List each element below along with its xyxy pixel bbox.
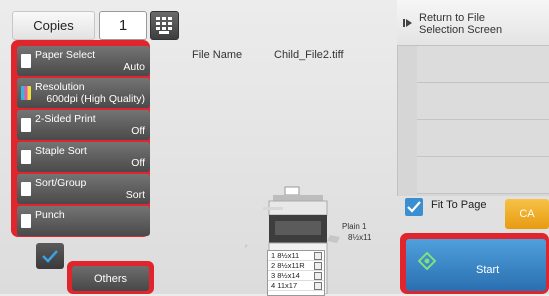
keypad-icon bbox=[156, 17, 172, 34]
paper-tray-list: 1 8½x11 2 8½x11R 3 8½x14 4 11x17 bbox=[267, 250, 325, 296]
copies-count-field[interactable]: 1 bbox=[99, 11, 147, 40]
sort-group-value: Sort bbox=[125, 189, 145, 201]
keypad-button[interactable] bbox=[150, 11, 179, 40]
fit-to-page-label: Fit To Page bbox=[431, 199, 487, 211]
tray-number: 4 bbox=[271, 281, 276, 290]
staple-sort-value: Off bbox=[131, 157, 145, 169]
resolution-label: Resolution bbox=[35, 81, 85, 93]
clear-all-button[interactable]: CA bbox=[505, 199, 549, 229]
fit-to-page-checkbox[interactable] bbox=[405, 198, 423, 216]
two-sided-print-label: 2-Sided Print bbox=[35, 113, 96, 125]
tray-number: 2 bbox=[271, 261, 276, 270]
right-list-row bbox=[417, 46, 549, 83]
tray-number: 1 bbox=[271, 251, 276, 260]
staple-sort-label: Staple Sort bbox=[35, 145, 87, 157]
paper-icon bbox=[21, 54, 31, 68]
sort-group-icon bbox=[21, 182, 31, 196]
tray-size: 11x17 bbox=[277, 281, 298, 290]
tray-row[interactable]: 2 8½x11R bbox=[268, 261, 324, 271]
paper-select-button[interactable]: Paper Select Auto bbox=[17, 46, 150, 76]
output-paper-size: 8½x11 bbox=[348, 233, 372, 242]
output-paper-type: Plain 1 bbox=[342, 222, 367, 231]
paper-select-value: Auto bbox=[123, 61, 145, 73]
tray-row[interactable]: 4 11x17 bbox=[268, 281, 324, 291]
sort-group-button[interactable]: Sort/Group Sort bbox=[17, 174, 150, 204]
duplex-icon bbox=[21, 118, 31, 132]
tray-size: 8½x14 bbox=[277, 271, 300, 280]
return-button-text: Return to File Selection Screen bbox=[419, 12, 502, 36]
tray-indicator-icon bbox=[314, 282, 322, 290]
sort-group-label: Sort/Group bbox=[35, 177, 87, 189]
tray-size: 8½x11R bbox=[277, 261, 305, 270]
others-button[interactable]: Others bbox=[72, 266, 149, 291]
function-panel: Paper Select Auto Resolution 600dpi (Hig… bbox=[11, 40, 150, 237]
tray-row[interactable]: 3 8½x14 bbox=[268, 271, 324, 281]
start-icon bbox=[418, 252, 436, 270]
right-list-row bbox=[417, 83, 549, 120]
punch-label: Punch bbox=[35, 209, 65, 221]
tray-number: 3 bbox=[271, 271, 276, 280]
right-list-row bbox=[417, 157, 549, 194]
check-icon bbox=[42, 250, 58, 263]
two-sided-print-button[interactable]: 2-Sided Print Off bbox=[17, 110, 150, 140]
tray-size: 8½x11 bbox=[277, 251, 300, 260]
punch-icon bbox=[21, 214, 31, 228]
return-arrow-icon bbox=[403, 19, 412, 27]
check-icon bbox=[407, 201, 421, 213]
start-button[interactable]: Start bbox=[406, 239, 546, 291]
resolution-value: 600dpi (High Quality) bbox=[46, 93, 145, 105]
tray-indicator-icon bbox=[314, 252, 322, 260]
punch-button[interactable]: Punch bbox=[17, 206, 150, 236]
others-highlight: Others bbox=[67, 261, 154, 294]
copies-label: Copies bbox=[12, 11, 95, 40]
paper-select-label: Paper Select bbox=[35, 49, 96, 61]
return-to-file-selection-button[interactable]: Return to File Selection Screen bbox=[397, 0, 549, 46]
return-line-2: Selection Screen bbox=[419, 24, 503, 36]
file-name-label: File Name bbox=[192, 49, 243, 61]
staple-icon bbox=[21, 150, 31, 164]
tray-indicator-icon bbox=[314, 272, 322, 280]
resolution-icon bbox=[21, 86, 31, 100]
tray-indicator-icon bbox=[314, 262, 322, 270]
resolution-button[interactable]: Resolution 600dpi (High Quality) bbox=[17, 78, 150, 108]
tray-row[interactable]: 1 8½x11 bbox=[268, 251, 324, 261]
file-name-value: Child_File2.tiff bbox=[274, 49, 344, 61]
right-list-row bbox=[417, 120, 549, 157]
two-sided-print-value: Off bbox=[131, 125, 145, 137]
start-highlight: Start bbox=[400, 233, 549, 294]
quick-settings-toggle[interactable] bbox=[36, 243, 64, 269]
return-line-1: Return to File bbox=[419, 12, 486, 24]
start-label: Start bbox=[476, 264, 500, 276]
staple-sort-button[interactable]: Staple Sort Off bbox=[17, 142, 150, 172]
